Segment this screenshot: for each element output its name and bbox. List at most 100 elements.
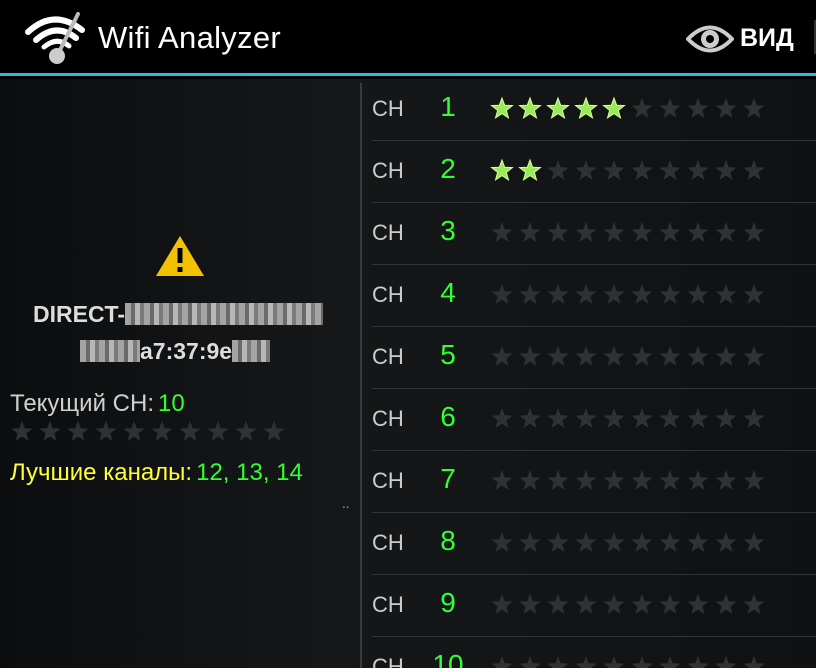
star-empty-icon (687, 160, 709, 180)
star-empty-icon (235, 421, 257, 441)
star-empty-icon (519, 222, 541, 242)
channel-label: CH (372, 592, 404, 617)
star-empty-icon (603, 160, 625, 180)
channel-number: 5 (440, 339, 456, 370)
star-empty-icon (575, 222, 597, 242)
star-empty-icon (631, 284, 653, 304)
star-rating (491, 222, 765, 242)
channel-rating (490, 468, 770, 492)
star-empty-icon (491, 222, 513, 242)
star-empty-icon (575, 470, 597, 490)
star-rating (491, 532, 765, 552)
star-empty-icon (687, 532, 709, 552)
star-empty-icon (491, 594, 513, 614)
channel-number: 1 (440, 91, 456, 122)
star-rating (491, 594, 765, 614)
star-empty-icon (743, 98, 765, 118)
star-empty-icon (603, 532, 625, 552)
current-channel: Текущий CH: 10 (10, 390, 185, 418)
channel-row[interactable]: CH 1 (372, 79, 816, 141)
star-empty-icon (547, 284, 569, 304)
star-empty-icon (743, 284, 765, 304)
star-empty-icon (687, 284, 709, 304)
channel-rating (490, 592, 770, 616)
channel-rating-list[interactable]: CH 1 CH 2 CH 3 CH 4 CH 5 CH 6 CH 7 CH 8 CH 9 CH 10 (372, 79, 816, 668)
star-empty-icon (715, 594, 737, 614)
star-empty-icon (659, 160, 681, 180)
network-bssid: a7:37:9e (80, 338, 271, 365)
channel-row[interactable]: CH 6 (372, 389, 816, 451)
star-empty-icon (547, 656, 569, 668)
star-empty-icon (631, 656, 653, 668)
star-rating (491, 656, 765, 668)
pane-handle: .. (342, 497, 350, 511)
channel-row[interactable]: CH 7 (372, 451, 816, 513)
star-empty-icon (575, 656, 597, 668)
star-empty-icon (263, 421, 285, 441)
star-empty-icon (491, 532, 513, 552)
star-empty-icon (519, 532, 541, 552)
star-empty-icon (179, 421, 201, 441)
star-empty-icon (547, 346, 569, 366)
warning-triangle-icon (156, 236, 204, 276)
star-empty-icon (519, 284, 541, 304)
star-empty-icon (659, 284, 681, 304)
star-rating (490, 96, 765, 120)
star-empty-icon (207, 421, 229, 441)
redacted-bssid-end (232, 340, 271, 362)
star-empty-icon (95, 421, 117, 441)
star-empty-icon (491, 656, 513, 668)
wifi-antenna-icon[interactable] (24, 10, 90, 66)
star-empty-icon (715, 532, 737, 552)
channel-label: CH (372, 530, 404, 555)
star-empty-icon (687, 408, 709, 428)
star-empty-icon (743, 532, 765, 552)
star-empty-icon (659, 408, 681, 428)
channel-row[interactable]: CH 10 (372, 637, 816, 668)
star-empty-icon (575, 346, 597, 366)
channel-number: 7 (440, 463, 456, 494)
channel-number: 9 (440, 587, 456, 618)
best-channels-value: 12, 13, 14 (196, 459, 303, 486)
star-empty-icon (631, 160, 653, 180)
star-filled-icon (490, 96, 514, 120)
star-empty-icon (519, 346, 541, 366)
star-filled-icon (518, 96, 542, 120)
redacted-bssid-prefix (80, 340, 140, 362)
star-filled-icon (490, 158, 514, 182)
channel-label: CH (372, 158, 404, 183)
star-empty-icon (631, 346, 653, 366)
current-channel-value: 10 (158, 390, 185, 417)
star-empty-icon (603, 470, 625, 490)
star-empty-icon (519, 408, 541, 428)
star-empty-icon (603, 408, 625, 428)
channel-row[interactable]: CH 3 (372, 203, 816, 265)
channel-row[interactable]: CH 5 (372, 327, 816, 389)
channel-label: CH (372, 344, 404, 369)
star-empty-icon (631, 532, 653, 552)
channel-label: CH (372, 468, 404, 493)
channel-number: 6 (440, 401, 456, 432)
channel-row[interactable]: CH 8 (372, 513, 816, 575)
star-rating (491, 408, 765, 428)
star-empty-icon (631, 98, 653, 118)
star-empty-icon (687, 656, 709, 668)
channel-number: 2 (440, 153, 456, 184)
channel-row[interactable]: CH 2 (372, 141, 816, 203)
channel-row[interactable]: CH 9 (372, 575, 816, 637)
channel-number: 10 (432, 649, 464, 668)
star-empty-icon (519, 656, 541, 668)
star-empty-icon (659, 222, 681, 242)
star-filled-icon (546, 96, 570, 120)
star-empty-icon (715, 160, 737, 180)
channel-rating (490, 282, 770, 306)
bssid-suffix: a7:37:9e (140, 338, 233, 364)
star-empty-icon (743, 160, 765, 180)
view-menu-button[interactable]: ВИД (676, 0, 816, 76)
channel-rating (490, 344, 770, 368)
star-empty-icon (603, 284, 625, 304)
app-title: Wifi Analyzer (98, 20, 282, 55)
channel-row[interactable]: CH 4 (372, 265, 816, 327)
star-empty-icon (575, 160, 597, 180)
star-empty-icon (687, 98, 709, 118)
